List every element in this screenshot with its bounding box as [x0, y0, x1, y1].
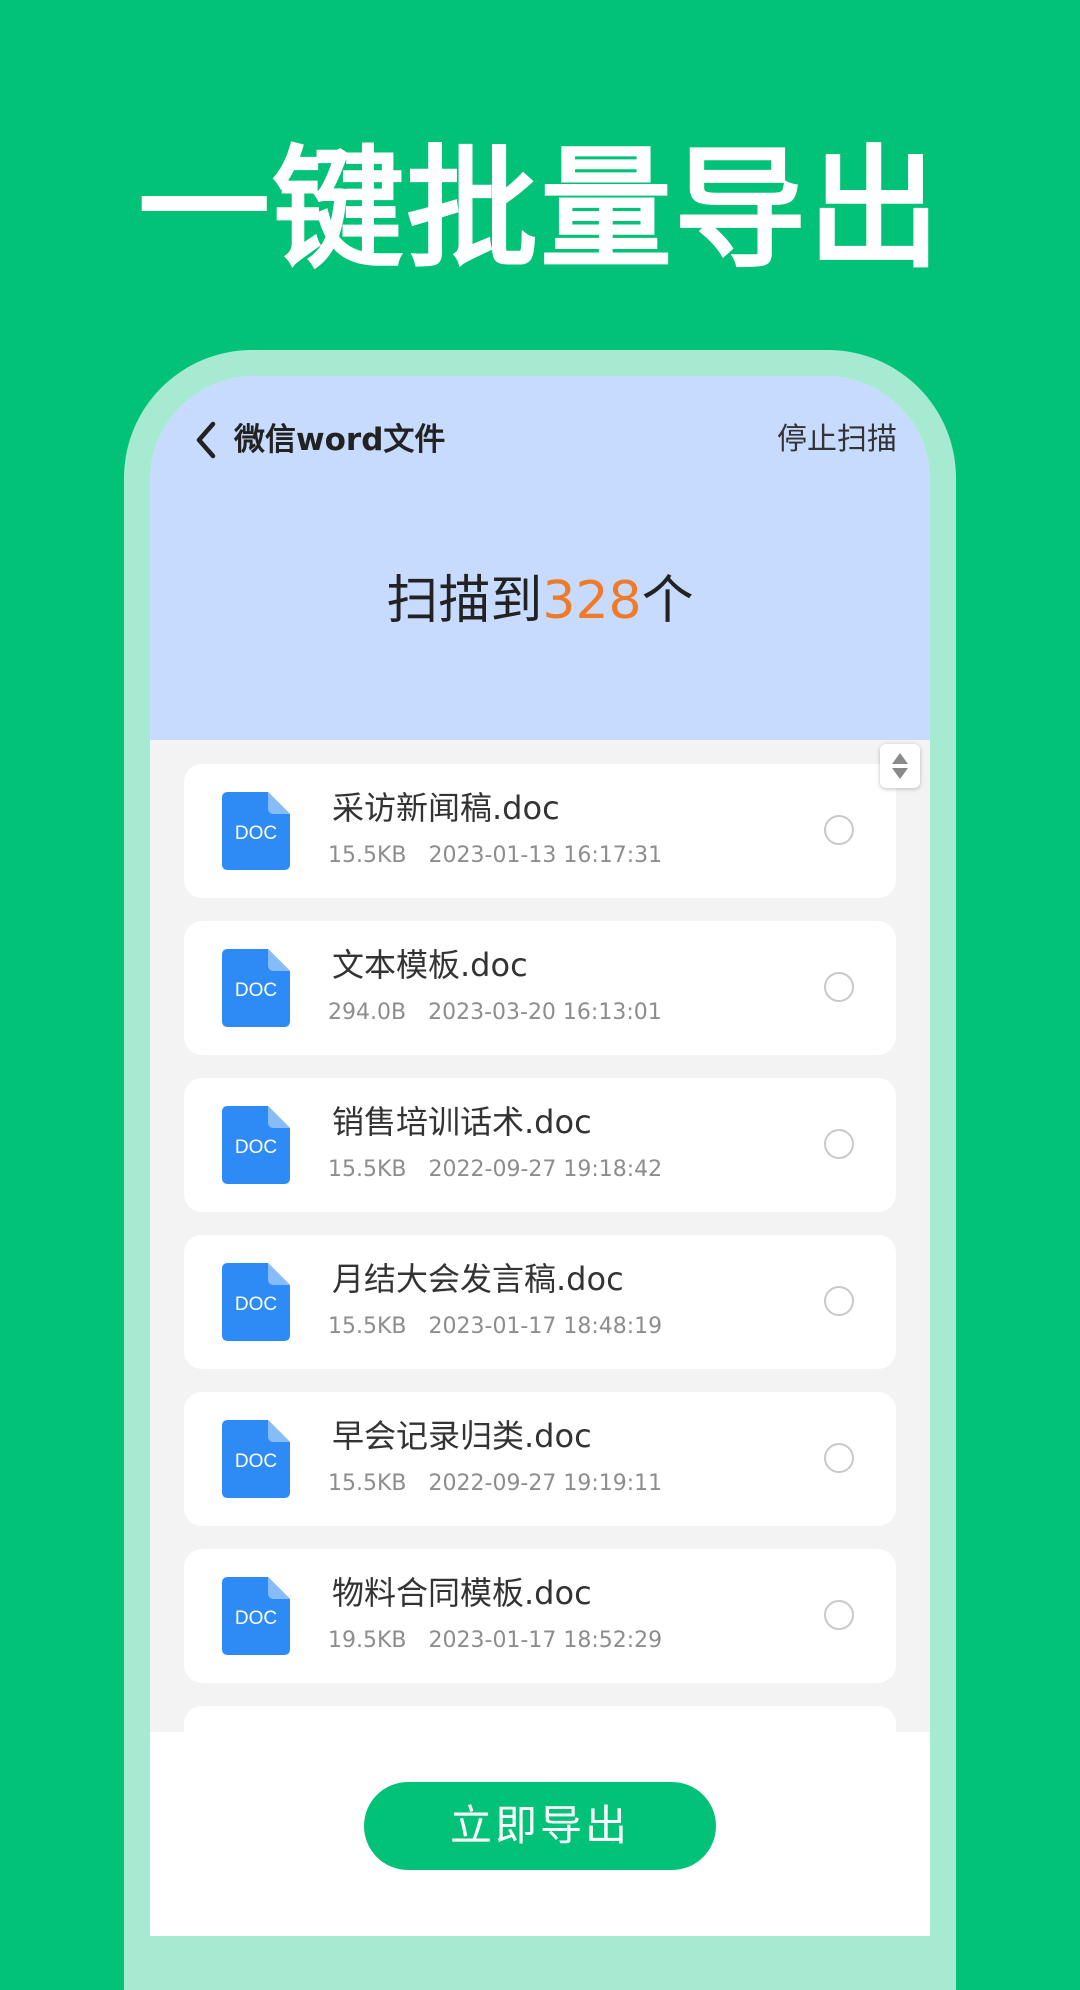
select-radio[interactable]	[824, 815, 854, 845]
file-size: 15.5KB	[328, 843, 407, 868]
back-button[interactable]	[186, 412, 226, 468]
doc-icon-label: DOC	[235, 1451, 277, 1472]
file-date: 2023-03-20 16:13:01	[428, 1000, 662, 1025]
file-meta: 15.5KB 2023-01-13 16:17:31	[328, 840, 662, 872]
file-item[interactable]: DOC 文本模板.doc 294.0B 2023-03-20 16:13:01	[184, 921, 896, 1055]
file-size: 19.5KB	[328, 1628, 407, 1653]
file-meta: 15.5KB 2022-09-27 19:18:42	[328, 1154, 662, 1186]
file-name: 采访新闻稿.doc	[332, 789, 560, 827]
file-list: DOC 采访新闻稿.doc 15.5KB 2023-01-13 16:17:31 …	[184, 764, 896, 1863]
doc-icon-label: DOC	[235, 823, 277, 844]
doc-icon-label: DOC	[235, 1608, 277, 1629]
page-title: 微信word文件	[234, 422, 446, 458]
doc-file-icon: DOC	[222, 1263, 290, 1341]
select-radio[interactable]	[824, 972, 854, 1002]
file-item[interactable]: DOC 采访新闻稿.doc 15.5KB 2023-01-13 16:17:31	[184, 764, 896, 898]
file-size: 294.0B	[328, 1000, 407, 1025]
file-meta: 19.5KB 2023-01-17 18:52:29	[328, 1625, 662, 1657]
file-name: 物料合同模板.doc	[332, 1574, 592, 1612]
select-radio[interactable]	[824, 1443, 854, 1473]
file-date: 2023-01-17 18:52:29	[428, 1628, 663, 1653]
select-radio[interactable]	[824, 1286, 854, 1316]
doc-file-icon: DOC	[222, 1106, 290, 1184]
file-size: 15.5KB	[328, 1157, 407, 1182]
file-item[interactable]: DOC 月结大会发言稿.doc 15.5KB 2023-01-17 18:48:1…	[184, 1235, 896, 1369]
file-item[interactable]: DOC 物料合同模板.doc 19.5KB 2023-01-17 18:52:29	[184, 1549, 896, 1683]
select-radio[interactable]	[824, 1600, 854, 1630]
file-meta: 294.0B 2023-03-20 16:13:01	[328, 997, 662, 1029]
file-size: 15.5KB	[328, 1471, 407, 1496]
doc-file-icon: DOC	[222, 792, 290, 870]
promo-headline: 一键批量导出	[138, 133, 942, 287]
file-date: 2023-01-17 18:48:19	[428, 1314, 663, 1339]
doc-file-icon: DOC	[222, 1420, 290, 1498]
file-name: 早会记录归类.doc	[332, 1417, 592, 1455]
phone-screen: 微信word文件 停止扫描 扫描到328个 DOC 采访新闻稿.doc 15.5…	[150, 376, 930, 1936]
file-name: 销售培训话术.doc	[332, 1103, 592, 1141]
file-meta: 15.5KB 2022-09-27 19:19:11	[328, 1468, 662, 1500]
doc-file-icon: DOC	[222, 1577, 290, 1655]
scroll-handle-icon	[892, 753, 908, 779]
file-date: 2022-09-27 19:18:42	[428, 1157, 663, 1182]
file-name: 月结大会发言稿.doc	[332, 1260, 624, 1298]
doc-file-icon: DOC	[222, 949, 290, 1027]
export-button[interactable]: 立即导出	[364, 1782, 716, 1870]
stop-scan-button[interactable]: 停止扫描	[777, 414, 897, 466]
file-item[interactable]: DOC 早会记录归类.doc 15.5KB 2022-09-27 19:19:11	[184, 1392, 896, 1526]
scan-header: 微信word文件 停止扫描 扫描到328个	[150, 376, 930, 740]
scan-count-text: 扫描到328个	[150, 566, 930, 636]
scan-prefix: 扫描到	[386, 571, 543, 631]
scan-count: 328	[542, 571, 642, 631]
doc-icon-label: DOC	[235, 1137, 277, 1158]
file-item[interactable]: DOC 销售培训话术.doc 15.5KB 2022-09-27 19:18:42	[184, 1078, 896, 1212]
file-date: 2023-01-13 16:17:31	[428, 843, 663, 868]
file-meta: 15.5KB 2023-01-17 18:48:19	[328, 1311, 662, 1343]
file-name: 文本模板.doc	[332, 946, 528, 984]
chevron-left-icon	[196, 421, 216, 459]
doc-icon-label: DOC	[235, 980, 277, 1001]
scroll-handle[interactable]	[880, 744, 920, 788]
scan-suffix: 个	[641, 571, 694, 631]
file-date: 2022-09-27 19:19:11	[428, 1471, 663, 1496]
doc-icon-label: DOC	[235, 1294, 277, 1315]
bottom-bar: 立即导出	[150, 1732, 930, 1936]
file-size: 15.5KB	[328, 1314, 407, 1339]
select-radio[interactable]	[824, 1129, 854, 1159]
